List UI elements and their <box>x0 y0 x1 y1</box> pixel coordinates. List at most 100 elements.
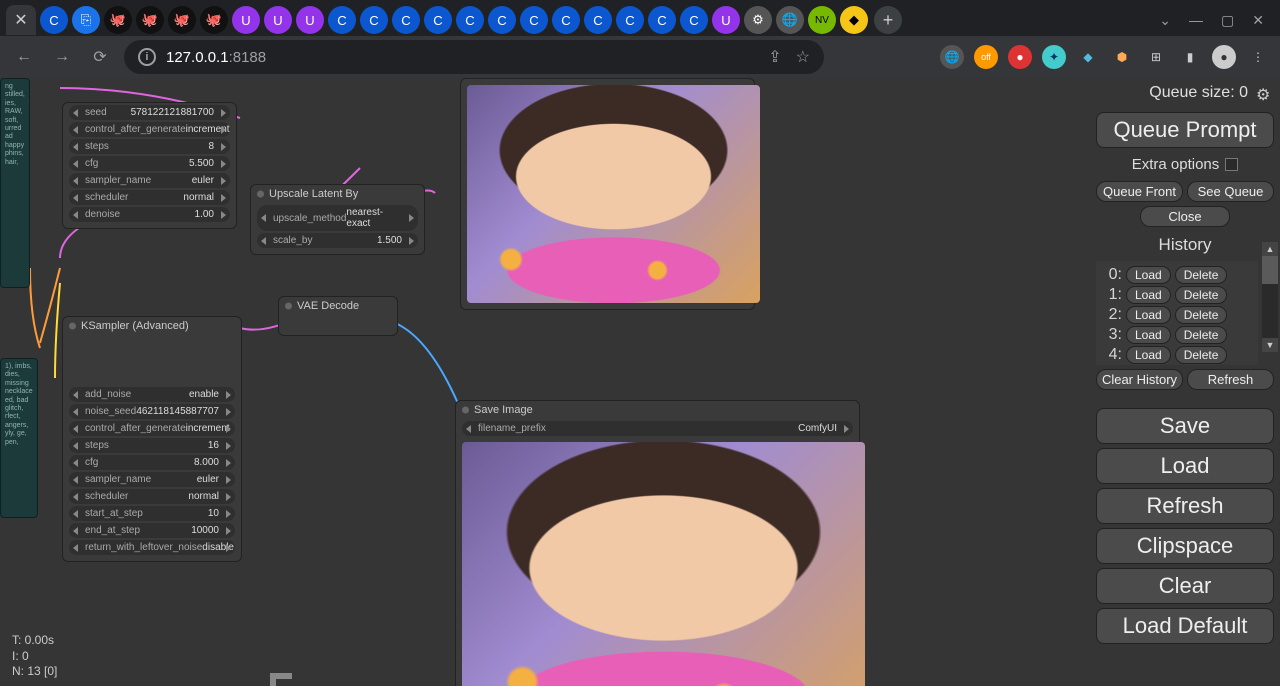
text-node[interactable]: 1), imbs, dies, missing necklace ed, bad… <box>0 358 38 518</box>
tab-icon[interactable]: C <box>40 6 68 34</box>
minimize-icon[interactable]: — <box>1189 12 1203 29</box>
node-widget[interactable]: control_after_generateincrement <box>69 122 230 137</box>
history-scrollbar[interactable]: ▲▼ <box>1262 242 1278 352</box>
node-widget[interactable]: end_at_step10000 <box>69 523 235 538</box>
tab-icon[interactable]: C <box>648 6 676 34</box>
node-widget[interactable]: noise_seed462118145887707 <box>69 404 235 419</box>
history-delete-button[interactable]: Delete <box>1175 306 1228 324</box>
upscale-node[interactable]: Upscale Latent By upscale_methodnearest-… <box>250 184 425 255</box>
back-button[interactable]: ← <box>10 43 38 71</box>
tab-icon[interactable]: C <box>520 6 548 34</box>
tab-icon[interactable]: C <box>584 6 612 34</box>
node-widget[interactable]: schedulernormal <box>69 489 235 504</box>
tab-icon[interactable]: C <box>328 6 356 34</box>
node-widget[interactable]: steps8 <box>69 139 230 154</box>
tab-icon[interactable]: C <box>616 6 644 34</box>
close-icon[interactable]: ✕ <box>14 10 27 30</box>
tab-icon[interactable]: C <box>680 6 708 34</box>
node-widget[interactable]: cfg8.000 <box>69 455 235 470</box>
tab-icon[interactable]: C <box>392 6 420 34</box>
save-button[interactable]: Save <box>1096 408 1274 444</box>
node-widget[interactable]: add_noiseenable <box>69 387 235 402</box>
ext-gem-icon[interactable]: ◆ <box>1076 45 1100 69</box>
tab-icon[interactable]: ⚙ <box>744 6 772 34</box>
history-load-button[interactable]: Load <box>1126 306 1171 324</box>
history-delete-button[interactable]: Delete <box>1175 266 1228 284</box>
bookmark-icon[interactable]: ☆ <box>796 47 810 67</box>
queue-front-button[interactable]: Queue Front <box>1096 181 1183 202</box>
ext-hex-icon[interactable]: ⬢ <box>1110 45 1134 69</box>
refresh-history-button[interactable]: Refresh <box>1187 369 1274 390</box>
tab-icon[interactable]: 🐙 <box>136 6 164 34</box>
close-button[interactable]: Close <box>1140 206 1230 227</box>
queue-prompt-button[interactable]: Queue Prompt <box>1096 112 1274 148</box>
tab-icon[interactable]: C <box>424 6 452 34</box>
load-button[interactable]: Load <box>1096 448 1274 484</box>
history-load-button[interactable]: Load <box>1126 266 1171 284</box>
tab-icon[interactable]: C <box>360 6 388 34</box>
node-canvas[interactable]: ng stilled, ies, RAW, soft, urred ad hap… <box>0 78 1090 686</box>
extra-options-checkbox[interactable] <box>1225 158 1238 171</box>
node-widget[interactable]: seed578122121881700 <box>69 105 230 120</box>
history-load-button[interactable]: Load <box>1126 286 1171 304</box>
node-widget[interactable]: denoise1.00 <box>69 207 230 222</box>
profile-icon[interactable]: ● <box>1212 45 1236 69</box>
node-widget[interactable]: upscale_methodnearest-exact <box>257 205 418 231</box>
menu-icon[interactable]: ⋮ <box>1246 45 1270 69</box>
share-icon[interactable]: ⇪ <box>768 47 781 67</box>
load-default-button[interactable]: Load Default <box>1096 608 1274 644</box>
gear-icon[interactable]: ⚙ <box>1256 85 1272 101</box>
history-delete-button[interactable]: Delete <box>1175 346 1228 364</box>
clear-button[interactable]: Clear <box>1096 568 1274 604</box>
tab-icon[interactable]: 🐙 <box>200 6 228 34</box>
ext-off-icon[interactable]: off <box>974 45 998 69</box>
new-tab-button[interactable]: + <box>874 6 902 34</box>
ext-spark-icon[interactable]: ✦ <box>1042 45 1066 69</box>
clear-history-button[interactable]: Clear History <box>1096 369 1183 390</box>
tab-icon[interactable]: 🌐 <box>776 6 804 34</box>
ext-red-icon[interactable]: ● <box>1008 45 1032 69</box>
sampler-node[interactable]: seed578122121881700 control_after_generat… <box>62 102 237 229</box>
text-node[interactable]: ng stilled, ies, RAW, soft, urred ad hap… <box>0 78 30 288</box>
forward-button[interactable]: → <box>48 43 76 71</box>
node-widget[interactable]: sampler_nameeuler <box>69 472 235 487</box>
node-widget[interactable]: cfg5.500 <box>69 156 230 171</box>
tab-icon[interactable]: U <box>232 6 260 34</box>
ksampler-advanced-node[interactable]: KSampler (Advanced) add_noiseenablenoise… <box>62 316 242 562</box>
tab-icon[interactable]: C <box>456 6 484 34</box>
node-widget[interactable]: return_with_leftover_noisedisable <box>69 540 235 555</box>
node-widget[interactable]: schedulernormal <box>69 190 230 205</box>
tab-icon[interactable]: NV <box>808 6 836 34</box>
url-bar[interactable]: i 127.0.0.1:8188 ⇪ ☆ <box>124 40 824 74</box>
history-delete-button[interactable]: Delete <box>1175 326 1228 344</box>
history-load-button[interactable]: Load <box>1126 346 1171 364</box>
refresh-button[interactable]: Refresh <box>1096 488 1274 524</box>
see-queue-button[interactable]: See Queue <box>1187 181 1274 202</box>
history-load-button[interactable]: Load <box>1126 326 1171 344</box>
node-widget[interactable]: control_after_generateincrement <box>69 421 235 436</box>
vae-decode-node[interactable]: VAE Decode <box>278 296 398 336</box>
tab-icon[interactable]: 🐙 <box>104 6 132 34</box>
resize-handle[interactable] <box>270 673 292 686</box>
clipspace-button[interactable]: Clipspace <box>1096 528 1274 564</box>
tab-icon[interactable]: C <box>488 6 516 34</box>
tab-icon[interactable]: U <box>712 6 740 34</box>
maximize-icon[interactable]: ▢ <box>1221 12 1234 29</box>
reload-button[interactable]: ⟳ <box>86 43 114 71</box>
tab-icon[interactable]: U <box>296 6 324 34</box>
ext-globe-icon[interactable]: 🌐 <box>940 45 964 69</box>
tab-icon[interactable]: 🐙 <box>168 6 196 34</box>
close-window-icon[interactable]: ✕ <box>1252 12 1264 29</box>
node-widget[interactable]: filename_prefix ComfyUI <box>462 421 853 436</box>
extensions-icon[interactable]: ⊞ <box>1144 45 1168 69</box>
site-info-icon[interactable]: i <box>138 48 156 66</box>
node-widget[interactable]: sampler_nameeuler <box>69 173 230 188</box>
preview-image-node[interactable] <box>460 78 755 310</box>
tab-icon[interactable]: U <box>264 6 292 34</box>
node-widget[interactable]: scale_by1.500 <box>257 233 418 248</box>
save-image-node[interactable]: Save Image filename_prefix ComfyUI <box>455 400 860 686</box>
chevron-down-icon[interactable]: ⌄ <box>1159 12 1171 29</box>
sidepanel-icon[interactable]: ▮ <box>1178 45 1202 69</box>
active-tab[interactable]: ✕ <box>6 5 36 35</box>
history-delete-button[interactable]: Delete <box>1175 286 1228 304</box>
